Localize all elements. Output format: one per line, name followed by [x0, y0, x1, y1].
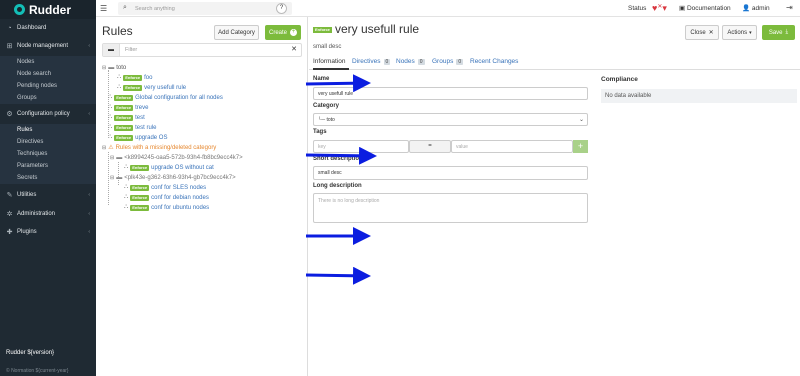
- annotation-arrows: [305, 74, 377, 285]
- arrow-to-name: [305, 74, 371, 93]
- arrow-to-empty-area: [305, 266, 371, 285]
- arrow-to-short-description: [305, 146, 377, 165]
